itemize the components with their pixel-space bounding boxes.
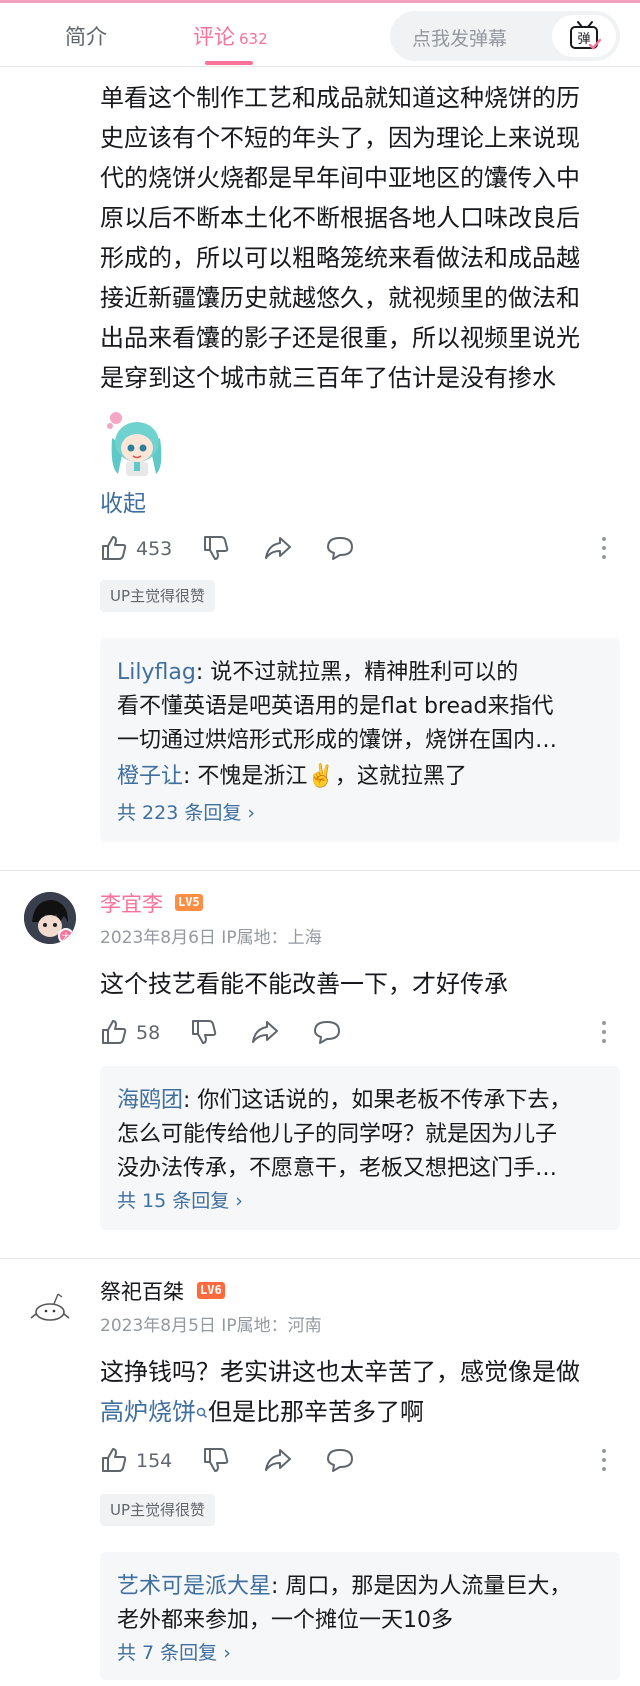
comment-text-line: 原以后不断本土化不断根据各地人口味改良后: [100, 204, 580, 232]
reply-preview-line: 艺术可是派大星: 周口，那是因为人流量巨大，: [117, 1568, 571, 1600]
reply-username[interactable]: Lilyflag: [117, 660, 196, 685]
comment-author[interactable]: 李宜李: [100, 888, 163, 918]
user-level-badge: LV5: [175, 894, 203, 911]
keyword-link[interactable]: 高炉烧饼: [100, 1398, 196, 1426]
reply-preview-box[interactable]: 海鸥团: 你们这话说的，如果老板不传承下去， 怎么可能传给他儿子的同学呀？就是因…: [100, 1066, 620, 1230]
reply-preview-line: Lilyflag: 说不过就拉黑，精神胜利可以的: [117, 654, 518, 686]
reply-preview-box[interactable]: 艺术可是派大星: 周口，那是因为人流量巨大， 老外都来参加，一个摊位一天10多 …: [100, 1552, 620, 1680]
comment-meta: 2023年8月6日 IP属地：上海: [100, 928, 322, 948]
avatar-image: 大: [24, 892, 76, 944]
reply-icon[interactable]: [325, 1446, 355, 1474]
view-all-replies-link[interactable]: 共 7 条回复 ›: [117, 1638, 231, 1665]
reply-text: 怎么可能传给他儿子的同学呀？就是因为儿子: [117, 1122, 558, 1147]
avatar-image: [30, 1293, 70, 1321]
dislike-icon[interactable]: [190, 1018, 218, 1046]
reply-username[interactable]: 海鸥团: [117, 1088, 183, 1113]
comment-text-line: 接近新疆馕历史就越悠久，就视频里的做法和: [100, 284, 580, 312]
svg-text:大: 大: [61, 931, 70, 943]
comment-divider: [0, 870, 640, 871]
comment-text: 但是比那辛苦多了啊: [208, 1398, 424, 1426]
like-count: 58: [136, 1022, 161, 1044]
comment-text-line: 这挣钱吗？老实讲这也太辛苦了，感觉像是做: [100, 1358, 580, 1386]
comment-text-line: 史应该有个不短的年头了，因为理论上来说现: [100, 124, 580, 152]
comment-text-line: 代的烧饼火烧都是早年间中亚地区的馕传入中: [100, 164, 580, 192]
svg-text:弹: 弹: [577, 32, 590, 47]
comment-actions: 453: [100, 534, 620, 566]
reply-text: : 说不过就拉黑，精神胜利可以的: [195, 660, 519, 685]
more-vertical-icon[interactable]: [600, 1446, 608, 1474]
comment-actions: 154: [100, 1446, 620, 1478]
like-icon[interactable]: [100, 1446, 128, 1474]
reply-preview-line: 看不懂英语是吧英语用的是flat bread来指代: [117, 688, 553, 720]
tab-comments[interactable]: 评论 632: [193, 21, 268, 51]
reply-preview-box[interactable]: Lilyflag: 说不过就拉黑，精神胜利可以的 看不懂英语是吧英语用的是fla…: [100, 638, 620, 842]
reply-text: 没办法传承，不愿意干，老板又想把这门手…: [117, 1156, 558, 1181]
reply-preview-line: 海鸥团: 你们这话说的，如果老板不传承下去，: [117, 1082, 571, 1114]
reply-text: : 不愧是浙江✌️，这就拉黑了: [183, 764, 467, 789]
reply-text: 看不懂英语是吧英语用的是flat bread来指代: [117, 694, 554, 719]
reply-text: : 你们这话说的，如果老板不传承下去，: [183, 1088, 572, 1113]
reply-preview-line: 没办法传承，不愿意干，老板又想把这门手…: [117, 1150, 557, 1182]
tab-comments-label: 评论: [193, 25, 235, 49]
comment-text-line: 出品来看馕的影子还是很重，所以视频里说光: [100, 324, 580, 352]
active-tab-indicator: [205, 61, 253, 65]
comment-text-line: 单看这个制作工艺和成品就知道这种烧饼的历: [100, 84, 580, 112]
reply-text: 一切通过烘焙形式形成的馕饼，烧饼在国内…: [117, 728, 558, 753]
danmaku-toggle-button[interactable]: 弹: [552, 15, 616, 57]
like-icon[interactable]: [100, 1018, 128, 1046]
comment-text-line: 高炉烧饼 但是比那辛苦多了啊: [100, 1392, 424, 1432]
dislike-icon[interactable]: [202, 1446, 230, 1474]
comment-text-line: 形成的，所以可以粗略笼统来看做法和成品越: [100, 244, 580, 272]
reply-preview-line: 橙子让: 不愧是浙江✌️，这就拉黑了: [117, 758, 467, 790]
reply-text: 老外都来参加，一个摊位一天10多: [117, 1608, 453, 1633]
more-vertical-icon[interactable]: [600, 1018, 608, 1046]
reply-icon[interactable]: [312, 1018, 342, 1046]
reply-username[interactable]: 橙子让: [117, 764, 183, 789]
comment-count: 632: [239, 30, 268, 48]
reply-username[interactable]: 艺术可是派大星: [117, 1574, 271, 1599]
reply-preview-line: 怎么可能传给他儿子的同学呀？就是因为儿子: [117, 1116, 557, 1148]
more-vertical-icon[interactable]: [600, 534, 608, 562]
like-icon[interactable]: [100, 534, 128, 562]
like-count: 453: [136, 538, 173, 560]
up-liked-badge: UP主觉得很赞: [100, 580, 216, 612]
tab-intro[interactable]: 简介: [65, 21, 107, 51]
view-all-replies-link[interactable]: 共 223 条回复 ›: [117, 798, 255, 825]
up-liked-badge: UP主觉得很赞: [100, 1494, 216, 1526]
comment-text-line: 是穿到这个城市就三百年了估计是没有掺水: [100, 364, 556, 392]
avatar[interactable]: [24, 1280, 76, 1332]
comment-author[interactable]: 祭祀百桀: [100, 1276, 184, 1306]
search-icon: [196, 1407, 207, 1418]
danmaku-placeholder: 点我发弹幕: [412, 28, 508, 50]
share-icon[interactable]: [263, 1446, 293, 1474]
collapse-link[interactable]: 收起: [100, 484, 146, 518]
tab-bar: 简介 评论 632 点我发弹幕 弹: [0, 3, 640, 67]
like-count: 154: [136, 1450, 173, 1472]
reply-preview-line: 老外都来参加，一个摊位一天10多: [117, 1602, 453, 1634]
comment-divider: [0, 1258, 640, 1259]
comment-actions: 58: [100, 1018, 620, 1050]
comment-text: 这个技艺看能不能改善一下，才好传承: [100, 970, 508, 998]
dislike-icon[interactable]: [202, 534, 230, 562]
reply-icon[interactable]: [325, 534, 355, 562]
reply-text: : 周口，那是因为人流量巨大，: [271, 1574, 572, 1599]
user-level-badge: LV6: [197, 1282, 225, 1299]
reply-preview-line: 一切通过烘焙形式形成的馕饼，烧饼在国内…: [117, 722, 557, 754]
share-icon[interactable]: [250, 1018, 280, 1046]
comment-meta: 2023年8月5日 IP属地：河南: [100, 1316, 322, 1336]
danmaku-tv-icon: 弹: [570, 21, 602, 50]
emoji-sticker: [107, 412, 162, 476]
view-all-replies-link[interactable]: 共 15 条回复 ›: [117, 1186, 243, 1213]
danmaku-input[interactable]: 点我发弹幕 弹: [390, 11, 620, 61]
avatar[interactable]: 大: [24, 892, 76, 944]
share-icon[interactable]: [263, 534, 293, 562]
